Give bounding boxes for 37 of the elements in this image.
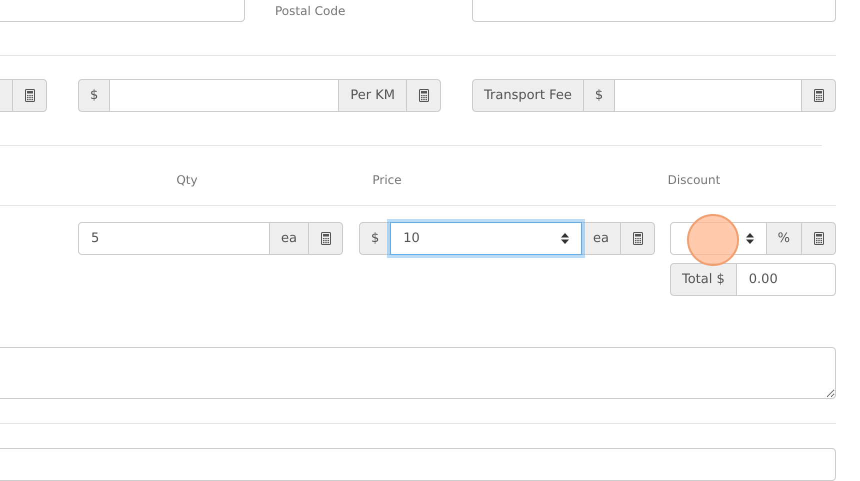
column-header: Discount [666,172,722,187]
column-header: Price [371,172,403,187]
addon-label: $ [582,79,616,112]
addon-label: ea [269,222,309,255]
addon-label: ea [581,222,621,255]
spinner-icon[interactable] [561,233,570,244]
calculator-icon [418,89,428,102]
calculator-icon [24,89,34,102]
field-value: 0.00 [748,270,778,289]
column-header: Qty [175,172,199,187]
calculator-icon [632,232,642,245]
calculator-button[interactable] [12,79,47,112]
click-indicator-overlay [687,214,739,266]
addon-label: $ [78,79,110,112]
text-field[interactable] [109,79,340,112]
text-field[interactable] [614,79,802,112]
number-field[interactable]: 10 [390,222,582,255]
field-value: 5 [91,230,100,248]
addon-label: $ [359,222,392,255]
calculator-icon [320,232,330,245]
calculator-button[interactable] [406,79,441,112]
addon-label: Per KM [338,79,407,112]
calculator-icon [814,89,824,102]
field-label: Postal Code [275,3,346,20]
calculator-icon [814,232,824,245]
addon-label: Transport Fee [472,79,584,112]
text-field[interactable] [0,448,836,481]
calculator-button[interactable] [801,79,836,112]
spinner-icon[interactable] [746,233,754,244]
calculator-button[interactable] [801,222,836,255]
total-field[interactable]: 0.00 [736,263,836,296]
addon-label: % [766,222,802,255]
number-field[interactable]: 5 [78,222,270,255]
addon-label: Total $ [670,263,737,296]
calculator-button[interactable] [308,222,343,255]
field-value: 10 [403,230,420,248]
calculator-button[interactable] [620,222,655,255]
